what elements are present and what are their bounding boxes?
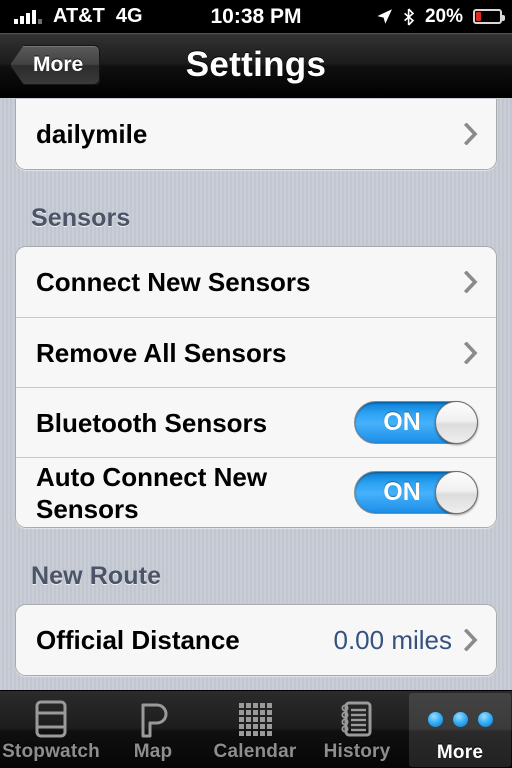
chevron-right-icon bbox=[464, 341, 478, 364]
tab-label: Map bbox=[133, 741, 173, 762]
group-account: dailymile bbox=[15, 99, 497, 170]
status-bar-right: 20% bbox=[376, 5, 505, 28]
row-label: Official Distance bbox=[36, 625, 240, 655]
tab-label: More bbox=[436, 741, 484, 763]
calendar-icon bbox=[238, 700, 272, 738]
toggle-knob bbox=[435, 471, 478, 514]
row-connect-new-sensors[interactable]: Connect New Sensors bbox=[16, 247, 496, 317]
battery-icon bbox=[473, 9, 505, 24]
section-header-new-route: New Route bbox=[31, 562, 162, 590]
phone-screen: AT&T 4G 10:38 PM 20% More Settings daily… bbox=[0, 0, 512, 768]
status-bar: AT&T 4G 10:38 PM 20% bbox=[0, 0, 512, 33]
group-new-route: Official Distance 0.00 miles bbox=[15, 604, 497, 676]
row-label: Remove All Sensors bbox=[36, 337, 287, 368]
auto-connect-new-sensors-toggle[interactable]: ON bbox=[354, 471, 478, 514]
tab-bar: Stopwatch Map Calendar History More bbox=[0, 690, 512, 768]
row-auto-connect-new-sensors[interactable]: Auto Connect New Sensors ON bbox=[16, 457, 496, 527]
bluetooth-sensors-toggle[interactable]: ON bbox=[354, 401, 478, 444]
group-sensors: Connect New Sensors Remove All Sensors B… bbox=[15, 246, 497, 528]
section-header-sensors: Sensors bbox=[31, 204, 131, 232]
toggle-state-label: ON bbox=[383, 478, 421, 506]
tab-more[interactable]: More bbox=[409, 693, 511, 767]
row-label: Auto Connect New Sensors bbox=[36, 461, 268, 524]
page-title: Settings bbox=[185, 45, 327, 84]
tab-label: Calendar bbox=[213, 741, 297, 762]
row-label: dailymile bbox=[36, 119, 148, 149]
location-arrow-icon bbox=[377, 9, 392, 24]
tab-label: History bbox=[323, 741, 391, 762]
stopwatch-icon bbox=[35, 700, 67, 738]
tab-stopwatch[interactable]: Stopwatch bbox=[0, 691, 102, 768]
row-label: Connect New Sensors bbox=[36, 267, 311, 297]
chevron-right-icon bbox=[464, 629, 478, 651]
row-label: Bluetooth Sensors bbox=[36, 407, 268, 438]
bluetooth-icon bbox=[404, 7, 415, 26]
chevron-right-icon bbox=[464, 123, 478, 145]
row-bluetooth-sensors[interactable]: Bluetooth Sensors ON bbox=[16, 387, 496, 457]
row-official-distance[interactable]: Official Distance 0.00 miles bbox=[16, 605, 496, 675]
row-dailymile[interactable]: dailymile bbox=[16, 99, 496, 169]
tab-history[interactable]: History bbox=[306, 691, 408, 768]
tab-calendar[interactable]: Calendar bbox=[204, 691, 306, 768]
navigation-bar: More Settings bbox=[0, 33, 512, 98]
toggle-knob bbox=[435, 401, 478, 444]
settings-list[interactable]: dailymile Sensors Connect New Sensors Re… bbox=[0, 97, 512, 691]
more-dots-icon bbox=[427, 701, 493, 739]
row-remove-all-sensors[interactable]: Remove All Sensors bbox=[16, 317, 496, 387]
row-value: 0.00 miles bbox=[333, 624, 453, 655]
toggle-state-label: ON bbox=[383, 408, 421, 436]
battery-percent-label: 20% bbox=[424, 5, 463, 27]
map-icon bbox=[137, 700, 169, 738]
tab-map[interactable]: Map bbox=[102, 691, 204, 768]
chevron-right-icon bbox=[464, 271, 478, 293]
history-icon bbox=[340, 700, 374, 738]
tab-label: Stopwatch bbox=[2, 741, 100, 762]
